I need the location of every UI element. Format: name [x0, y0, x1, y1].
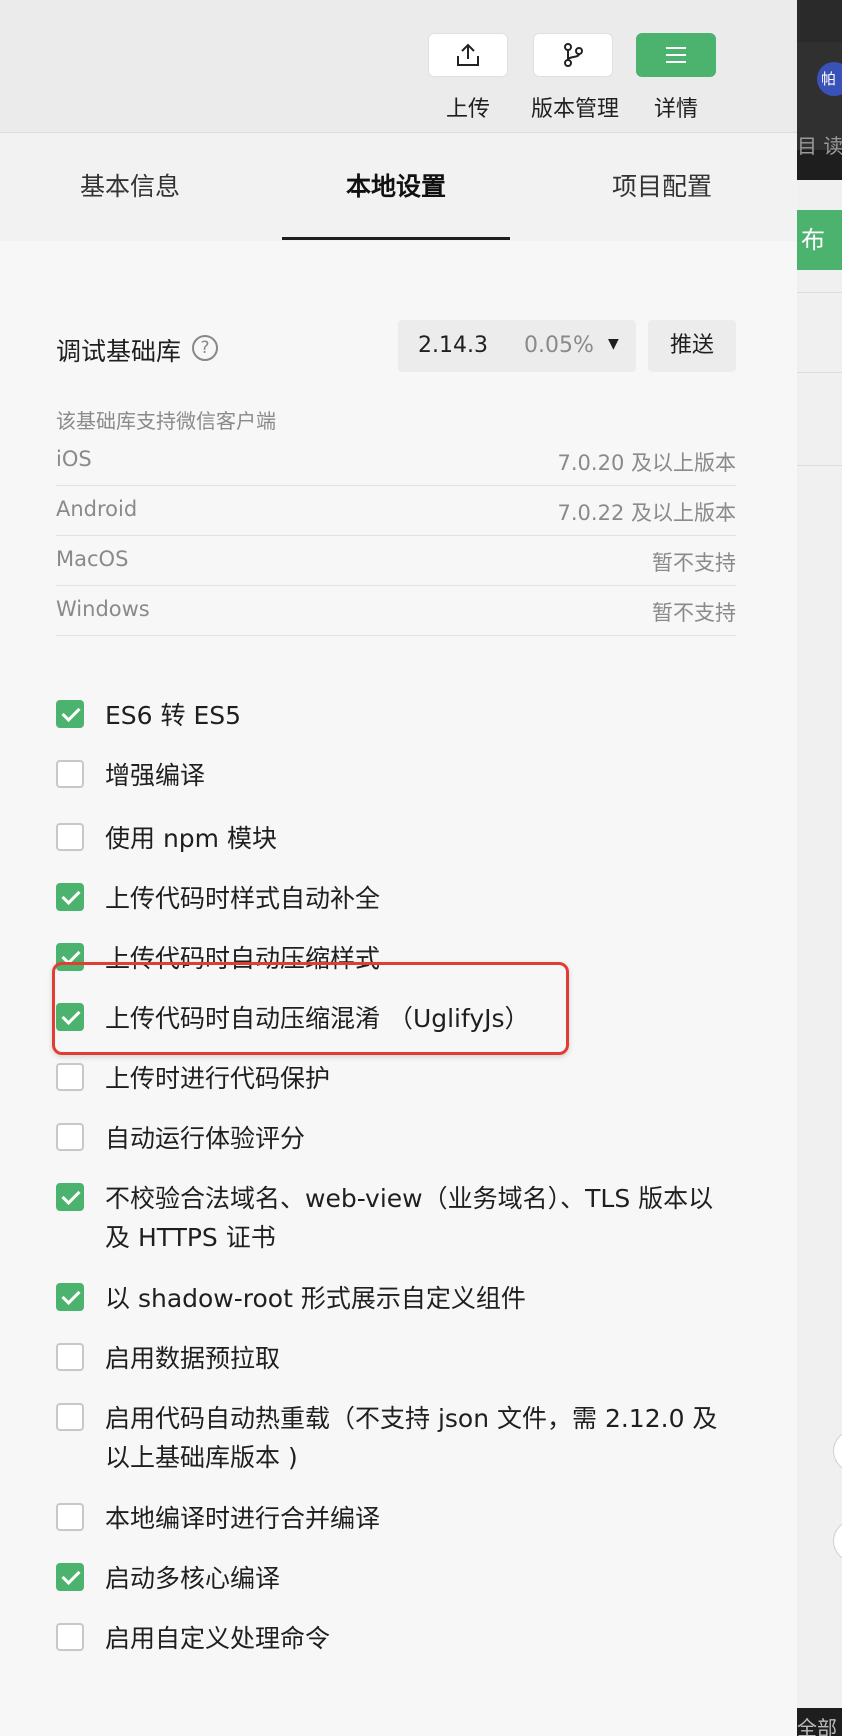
- tab-local-settings[interactable]: 本地设置: [282, 133, 510, 241]
- os-name: MacOS: [56, 547, 129, 571]
- option-label: 启用代码自动热重载（不支持 json 文件，需 2.12.0 及以上基础库版本 …: [105, 1404, 718, 1472]
- checkbox[interactable]: [56, 883, 84, 911]
- lib-version-percent: 0.05%: [524, 333, 594, 358]
- option-label: 自动运行体验评分: [105, 1124, 306, 1153]
- checkbox[interactable]: [56, 1123, 84, 1151]
- os-support-value: 7.0.20 及以上版本: [557, 451, 736, 475]
- settings-tabs: 基本信息 本地设置 项目配置: [0, 133, 797, 241]
- checkbox[interactable]: [56, 1623, 84, 1651]
- details-label: 详情: [653, 97, 698, 122]
- side-all-text: 全部: [797, 1716, 837, 1736]
- details-button[interactable]: [636, 33, 716, 77]
- os-support-value: 暂不支持: [652, 601, 736, 625]
- divider: [797, 292, 842, 293]
- version-tool[interactable]: 版本管理: [531, 33, 620, 123]
- debug-lib-title: 调试基础库: [56, 337, 182, 366]
- option-label: 不校验合法域名、web-view（业务域名）、TLS 版本以及 HTTPS 证书: [105, 1184, 714, 1252]
- support-row-macos: MacOS 暂不支持: [56, 535, 736, 586]
- upload-icon: [457, 43, 479, 66]
- checkbox[interactable]: [56, 1283, 84, 1311]
- lib-version-value: 2.14.3: [418, 333, 488, 358]
- checkbox[interactable]: [56, 700, 84, 728]
- tab-basic-info[interactable]: 基本信息: [40, 133, 220, 241]
- tab-project-config[interactable]: 项目配置: [572, 133, 752, 241]
- option-label: 启用自定义处理命令: [105, 1624, 331, 1653]
- option-label: 启动多核心编译: [105, 1564, 281, 1593]
- upload-label: 上传: [445, 97, 490, 122]
- settings-panel: 上传 版本管理 详情 基本信息 本地设置 项目配置 调试基础库 ? 2.14.3…: [0, 0, 797, 1736]
- option-label: 上传代码时样式自动补全: [105, 884, 381, 913]
- background-window: 帕 目 读 布 全部: [797, 0, 842, 1736]
- side-reader-text: 目 读: [797, 134, 842, 158]
- checkbox[interactable]: [56, 1343, 84, 1371]
- version-button[interactable]: [533, 33, 613, 77]
- os-name: iOS: [56, 447, 92, 471]
- details-tool[interactable]: 详情: [635, 33, 717, 123]
- checkbox[interactable]: [56, 1403, 84, 1431]
- branch-icon: [564, 43, 583, 67]
- option-label: 本地编译时进行合并编译: [105, 1504, 381, 1533]
- os-support-value: 7.0.22 及以上版本: [557, 501, 736, 525]
- option-label: 以 shadow-root 形式展示自定义组件: [105, 1284, 526, 1313]
- support-row-ios: iOS 7.0.20 及以上版本: [56, 435, 736, 486]
- support-row-android: Android 7.0.22 及以上版本: [56, 485, 736, 536]
- highlight-annotation-box: [52, 962, 569, 1055]
- option-label: 使用 npm 模块: [105, 824, 277, 853]
- checkbox[interactable]: [56, 1183, 84, 1211]
- caret-down-icon: ▼: [608, 336, 619, 352]
- active-tab-underline: [282, 237, 510, 240]
- side-content: [797, 180, 842, 1710]
- divider: [797, 465, 842, 466]
- option-label: ES6 转 ES5: [105, 701, 242, 730]
- option-label: 上传时进行代码保护: [105, 1064, 331, 1093]
- checkbox[interactable]: [56, 760, 84, 788]
- checkbox[interactable]: [56, 1563, 84, 1591]
- option-label: 增强编译: [105, 761, 206, 790]
- os-support-value: 暂不支持: [652, 551, 736, 575]
- side-publish-button: 布: [797, 210, 842, 270]
- upload-button[interactable]: [428, 33, 508, 77]
- checkbox[interactable]: [56, 1063, 84, 1091]
- help-icon[interactable]: ?: [192, 335, 218, 361]
- top-toolbar: 上传 版本管理 详情: [0, 0, 797, 133]
- debug-lib-row: 调试基础库 ? 2.14.3 0.05% ▼ 推送: [56, 320, 736, 372]
- option-label: 启用数据预拉取: [105, 1344, 281, 1373]
- checkbox[interactable]: [56, 1503, 84, 1531]
- lib-version-select[interactable]: 2.14.3 0.05% ▼: [398, 320, 636, 372]
- push-button[interactable]: 推送: [648, 320, 736, 372]
- os-name: Android: [56, 497, 138, 521]
- version-label: 版本管理: [531, 97, 620, 122]
- support-row-windows: Windows 暂不支持: [56, 585, 736, 636]
- checkbox[interactable]: [56, 823, 84, 851]
- upload-tool[interactable]: 上传: [427, 33, 509, 123]
- os-name: Windows: [56, 597, 150, 621]
- side-titlebar: [797, 0, 842, 42]
- support-note: 该基础库支持微信客户端: [56, 409, 276, 433]
- menu-icon: [666, 47, 686, 63]
- divider: [797, 372, 842, 373]
